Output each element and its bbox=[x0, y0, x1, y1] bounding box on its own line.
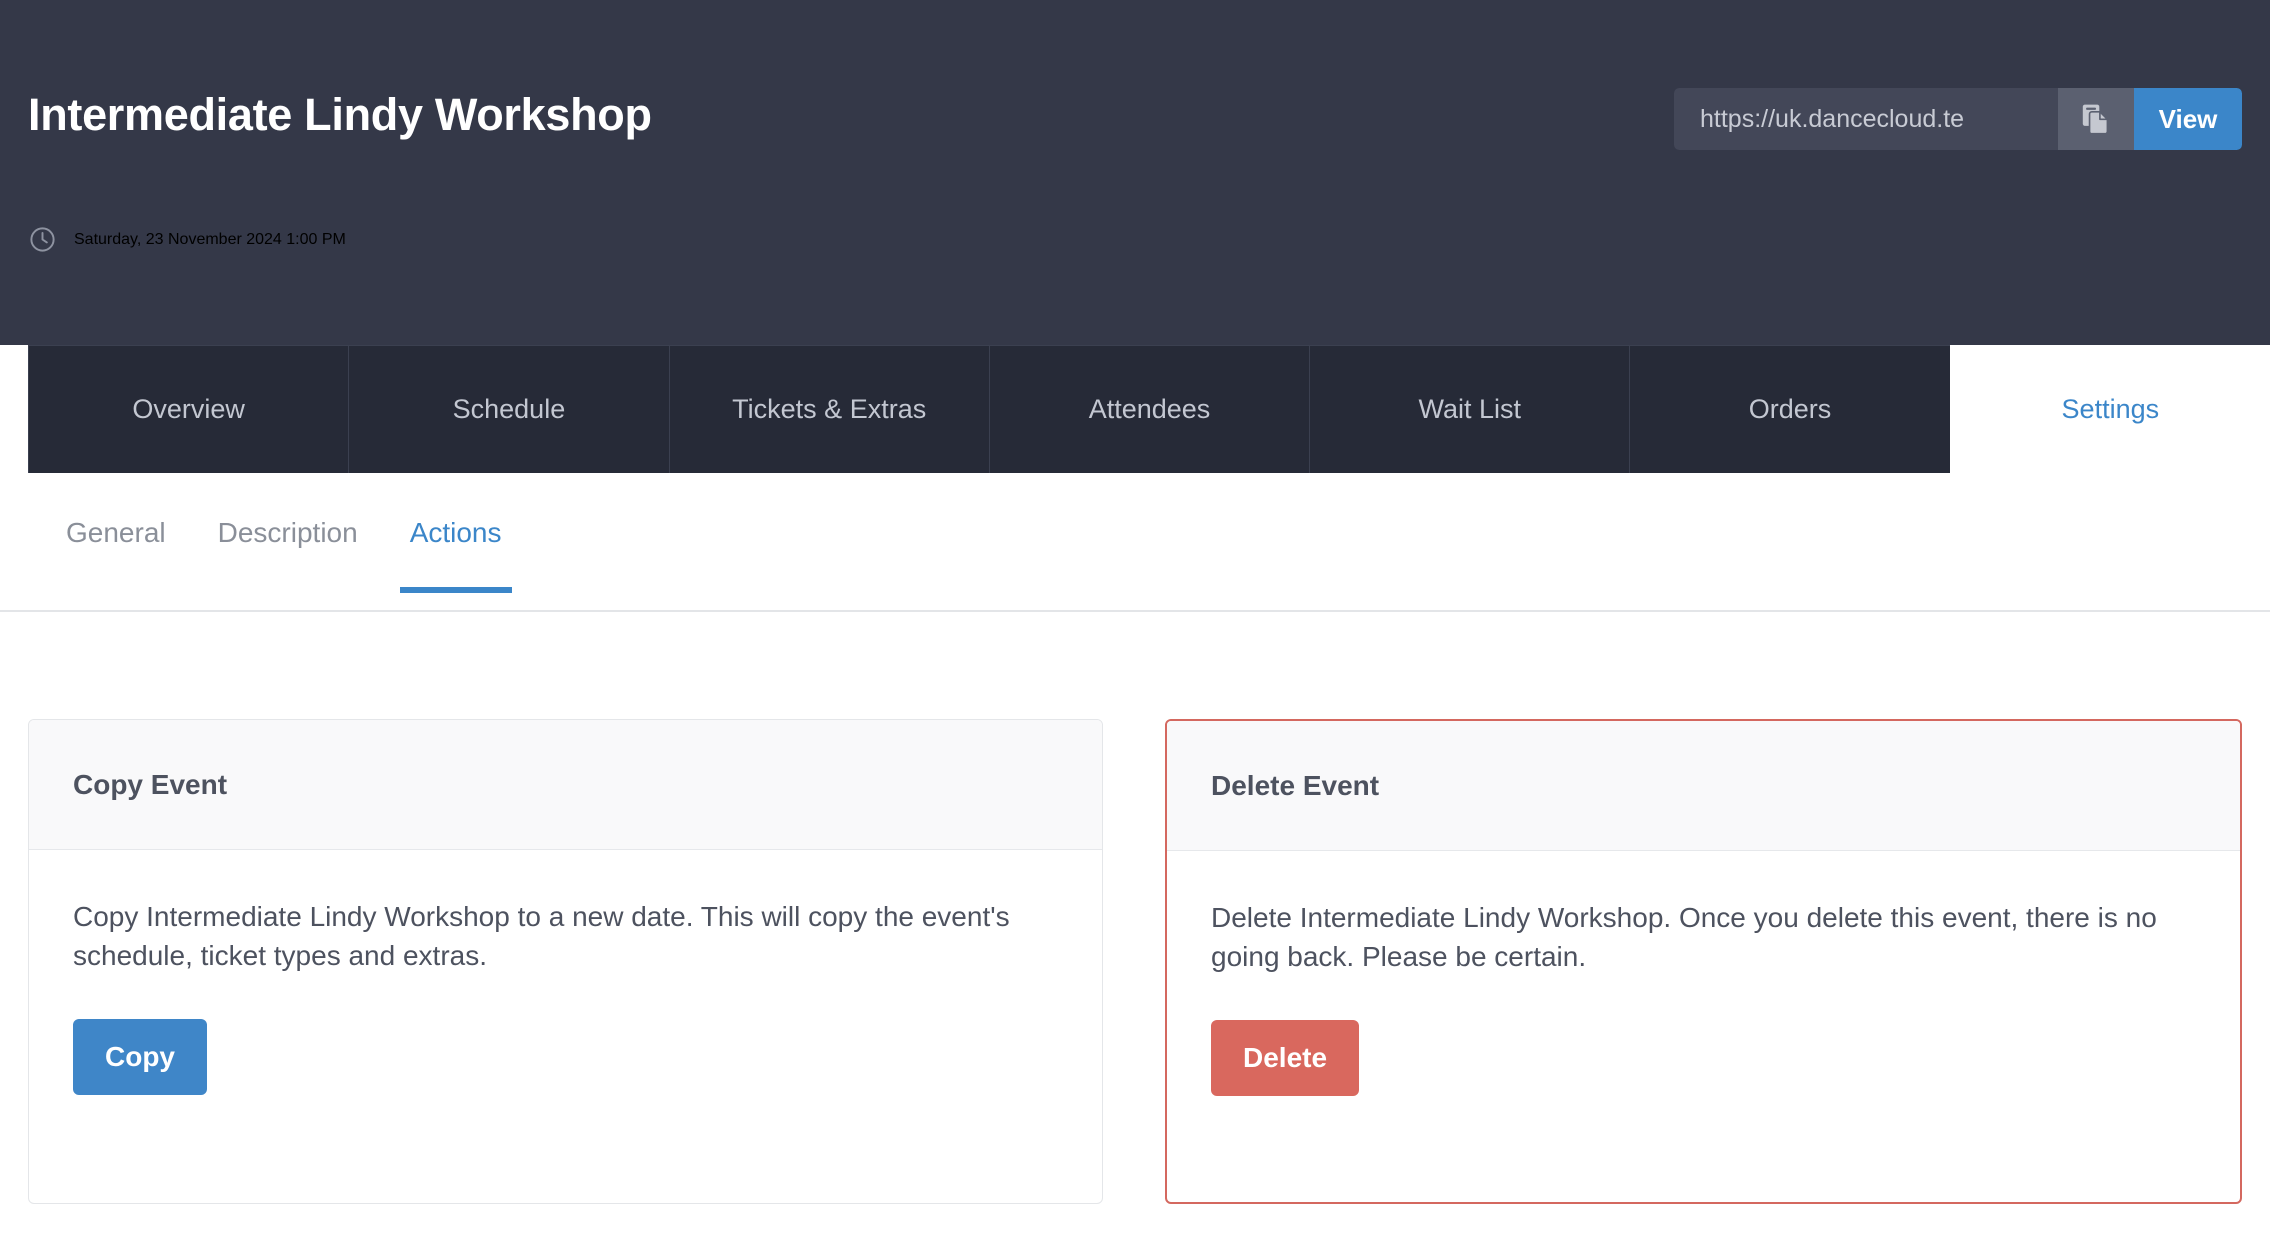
page-title: Intermediate Lindy Workshop bbox=[28, 89, 652, 140]
main-tabs: Overview Schedule Tickets & Extras Atten… bbox=[28, 345, 2270, 473]
copy-event-card-body: Copy Intermediate Lindy Workshop to a ne… bbox=[29, 850, 1102, 1203]
settings-content: General Description Actions Copy Event C… bbox=[0, 473, 2270, 1254]
event-settings-page: Intermediate Lindy Workshop Saturday, 23… bbox=[0, 0, 2270, 1254]
copy-event-title: Copy Event bbox=[73, 768, 228, 800]
delete-event-card-header: Delete Event bbox=[1167, 721, 2240, 851]
copy-event-card: Copy Event Copy Intermediate Lindy Works… bbox=[28, 719, 1103, 1204]
delete-event-card: Delete Event Delete Intermediate Lindy W… bbox=[1165, 719, 2242, 1204]
view-button[interactable]: View bbox=[2134, 88, 2242, 150]
tab-schedule[interactable]: Schedule bbox=[348, 345, 669, 473]
subtab-general[interactable]: General bbox=[40, 473, 192, 591]
delete-button[interactable]: Delete bbox=[1211, 1020, 1360, 1097]
subtab-description[interactable]: Description bbox=[192, 473, 384, 591]
event-datetime-row: Saturday, 23 November 2024 1:00 PM bbox=[28, 225, 346, 254]
tab-overview[interactable]: Overview bbox=[28, 345, 349, 473]
event-datetime-text: Saturday, 23 November 2024 1:00 PM bbox=[74, 230, 346, 248]
delete-event-title: Delete Event bbox=[1211, 769, 1380, 801]
delete-event-description: Delete Intermediate Lindy Workshop. Once… bbox=[1211, 902, 2157, 972]
tab-attendees[interactable]: Attendees bbox=[988, 345, 1310, 473]
tab-wait-list[interactable]: Wait List bbox=[1309, 345, 1630, 473]
subtab-actions[interactable]: Actions bbox=[384, 473, 528, 593]
clock-icon bbox=[28, 225, 57, 254]
delete-event-card-body: Delete Intermediate Lindy Workshop. Once… bbox=[1167, 851, 2240, 1202]
tab-tickets-extras[interactable]: Tickets & Extras bbox=[668, 345, 989, 473]
page-header: Intermediate Lindy Workshop Saturday, 23… bbox=[0, 0, 2270, 345]
tab-settings[interactable]: Settings bbox=[1949, 345, 2270, 473]
settings-subtabs: General Description Actions bbox=[0, 473, 2270, 612]
event-url-group: View bbox=[1674, 88, 2242, 150]
tab-orders[interactable]: Orders bbox=[1629, 345, 1950, 473]
copy-button[interactable]: Copy bbox=[73, 1019, 207, 1096]
copy-event-card-header: Copy Event bbox=[29, 720, 1102, 850]
copy-url-button[interactable] bbox=[2058, 88, 2134, 150]
copy-event-description: Copy Intermediate Lindy Workshop to a ne… bbox=[73, 901, 1010, 971]
action-cards: Copy Event Copy Intermediate Lindy Works… bbox=[0, 612, 2270, 1204]
event-url-input[interactable] bbox=[1674, 88, 2058, 150]
copy-icon bbox=[2078, 101, 2114, 137]
